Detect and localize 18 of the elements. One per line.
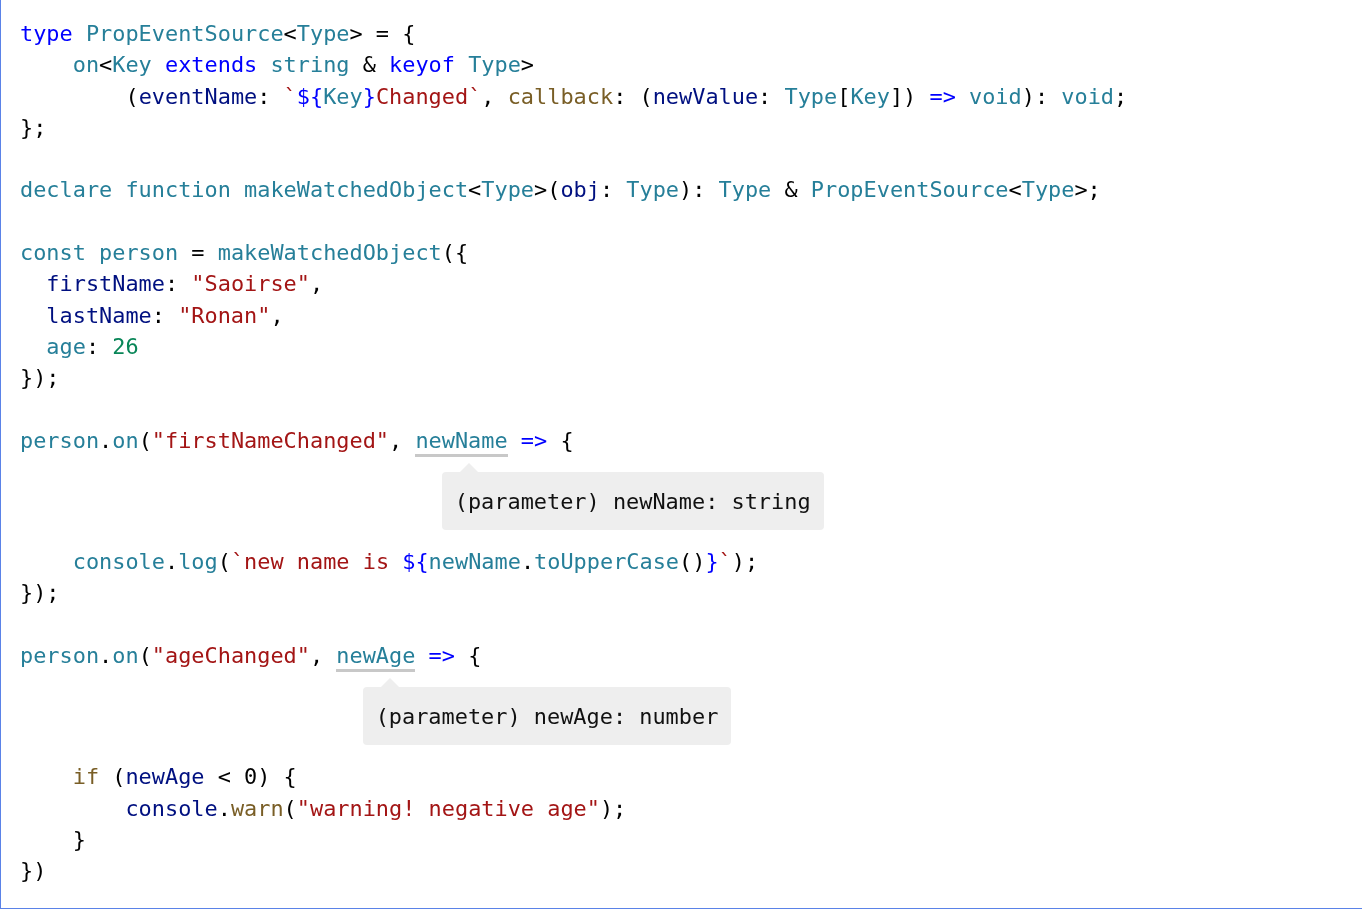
code-line: const person = makeWatchedObject({	[20, 239, 470, 268]
code-line: lastName: "Ronan",	[45, 301, 285, 330]
code-line: console.warn("warning! negative age");	[124, 794, 628, 823]
code-line: if (newAge < 0) {	[71, 763, 298, 792]
code-line: });	[20, 364, 61, 393]
code-line: })	[20, 857, 48, 886]
code-line: age: 26	[45, 332, 140, 361]
code-line: (eventName: `${Key}Changed`, callback: (newValue: Type[Key]) => void): void;	[124, 82, 1129, 111]
code-line: person.on("ageChanged", newAge => {	[20, 640, 1362, 672]
code-line: };	[20, 113, 48, 142]
code-line: person.on("firstNameChanged", newName => {	[20, 424, 1362, 457]
code-line: firstName: "Saoirse",	[45, 270, 325, 299]
code-line: }	[71, 825, 87, 854]
code-line: type PropEventSource<Type> = {	[20, 20, 417, 48]
code-line: declare function makeWatchedObject<Type>(obj: Type): Type & PropEventSource<Type>;	[20, 176, 1102, 205]
code-line: on<Key extends string & keyof Type>	[71, 51, 536, 80]
code-line: });	[20, 579, 61, 608]
code-line: console.log(`new name is ${newName.toUpperCase()}`);	[71, 548, 760, 577]
